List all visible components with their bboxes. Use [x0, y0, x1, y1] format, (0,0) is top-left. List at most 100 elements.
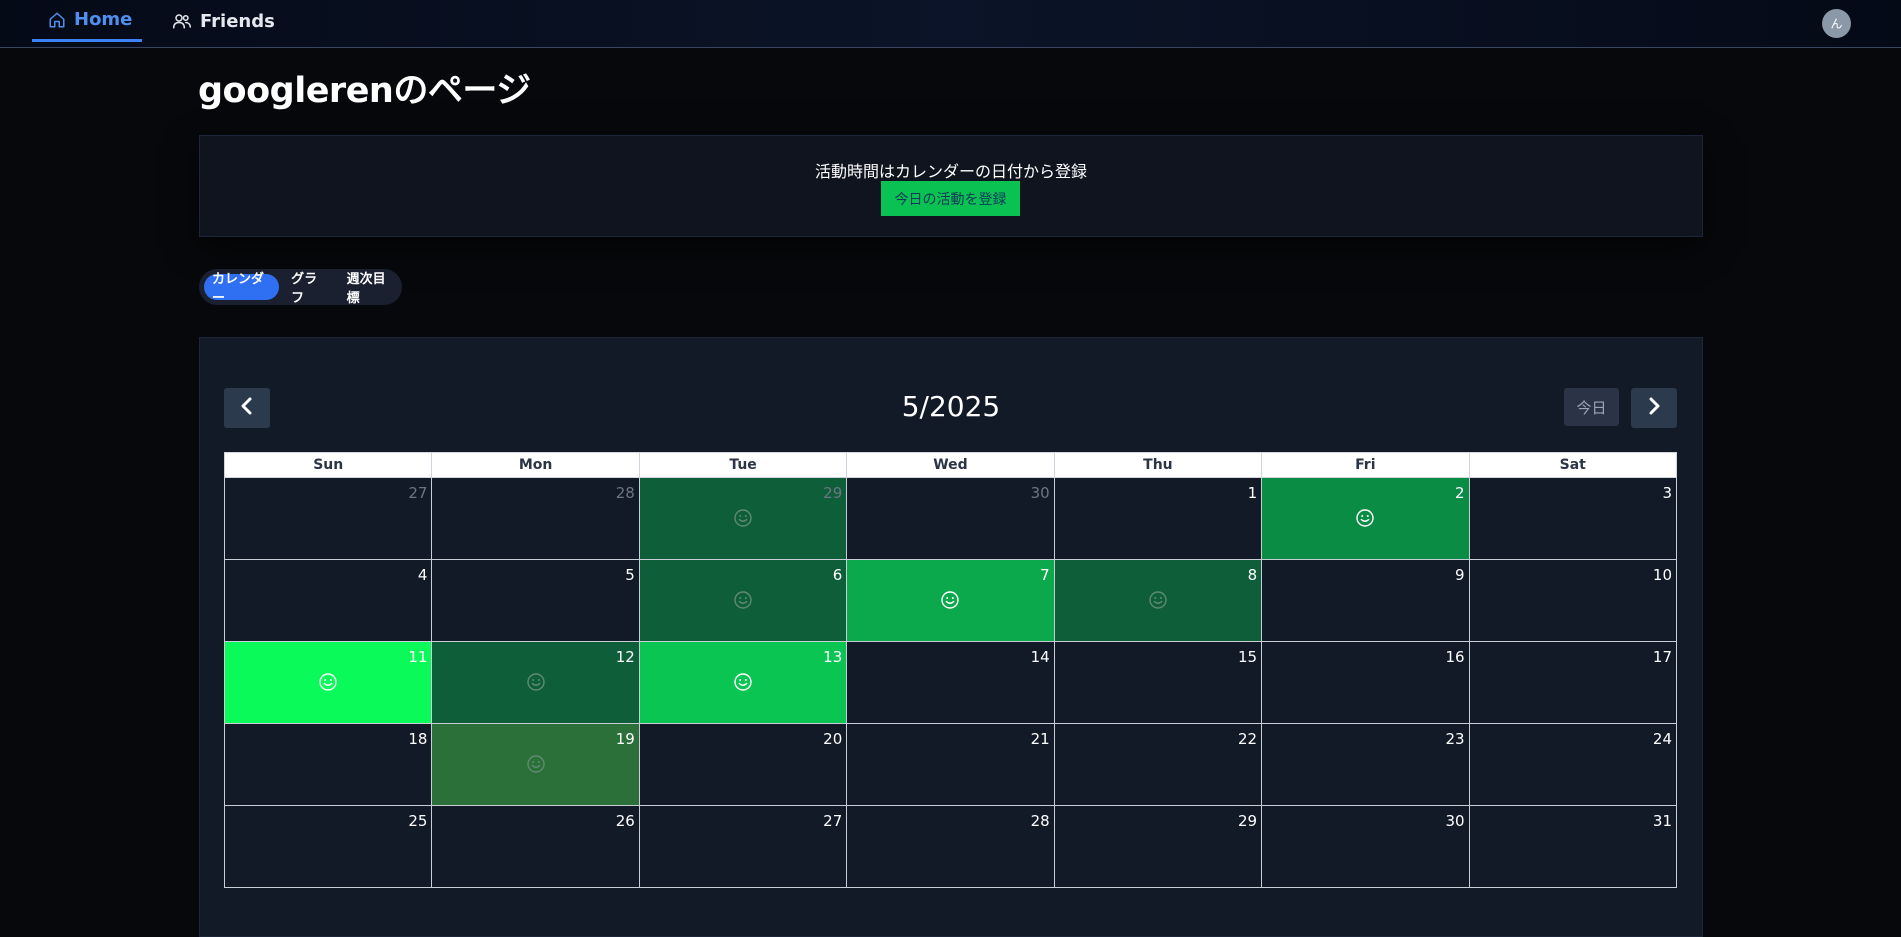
weekday-header: Thu: [1053, 452, 1263, 478]
day-number: 18: [408, 730, 428, 748]
calendar-day-cell[interactable]: 22: [1053, 723, 1263, 806]
tab-weekly-goal[interactable]: 週次目標: [339, 272, 402, 306]
register-panel: 活動時間はカレンダーの日付から登録 今日の活動を登録: [199, 135, 1703, 237]
home-icon: [48, 11, 66, 29]
top-nav: Home Friends ん: [0, 0, 1901, 48]
weekday-header: Mon: [431, 452, 640, 478]
calendar-day-cell[interactable]: 21: [846, 723, 1055, 806]
smiley-icon: [733, 508, 753, 528]
nav-friends-label: Friends: [200, 10, 275, 32]
calendar-day-cell[interactable]: 20: [638, 723, 848, 806]
tab-graph[interactable]: グラフ: [283, 272, 335, 306]
calendar-day-cell[interactable]: 28: [846, 805, 1055, 888]
day-number: 4: [417, 566, 428, 584]
calendar-day-cell[interactable]: 8: [1053, 559, 1263, 642]
calendar-day-cell[interactable]: 31: [1468, 805, 1678, 888]
calendar-day-cell[interactable]: 10: [1468, 559, 1678, 642]
calendar-day-cell[interactable]: 13: [638, 641, 848, 724]
day-number: 5: [625, 566, 635, 584]
smiley-icon: [1355, 508, 1375, 528]
day-number: 28: [1030, 812, 1050, 830]
calendar-day-cell[interactable]: 7: [846, 559, 1055, 642]
day-number: 25: [408, 812, 428, 830]
day-number: 20: [823, 730, 843, 748]
view-tabs: カレンダー グラフ 週次目標: [199, 269, 402, 306]
day-number: 29: [1238, 812, 1258, 830]
calendar-day-cell[interactable]: 23: [1261, 723, 1470, 806]
user-avatar[interactable]: ん: [1822, 9, 1851, 38]
day-number: 31: [1652, 812, 1672, 830]
page-title: googlerenのページ: [198, 71, 531, 111]
day-number: 13: [823, 648, 843, 666]
calendar-day-cell[interactable]: 24: [1468, 723, 1678, 806]
calendar-day-cell[interactable]: 30: [846, 477, 1055, 560]
smiley-icon: [1148, 590, 1168, 610]
calendar-day-cell[interactable]: 1: [1053, 477, 1263, 560]
calendar-day-cell[interactable]: 9: [1261, 559, 1470, 642]
weekday-header: Sat: [1468, 452, 1678, 478]
calendar-day-cell[interactable]: 11: [223, 641, 433, 724]
smiley-icon: [526, 672, 546, 692]
calendar-day-cell[interactable]: 27: [638, 805, 848, 888]
smiley-icon: [526, 754, 546, 774]
calendar-day-cell[interactable]: 28: [431, 477, 640, 560]
nav-tab-home[interactable]: Home: [32, 0, 142, 42]
day-number: 27: [408, 484, 428, 502]
nav-home-label: Home: [74, 9, 133, 30]
weekday-header: Fri: [1261, 452, 1470, 478]
register-hint: 活動時間はカレンダーの日付から登録: [814, 162, 1087, 181]
nav-tab-friends[interactable]: Friends: [172, 0, 275, 42]
avatar-initial: ん: [1830, 17, 1843, 31]
day-number: 9: [1454, 566, 1465, 584]
day-number: 3: [1662, 484, 1672, 502]
calendar-day-cell[interactable]: 6: [638, 559, 848, 642]
weekday-header-row: Sun Mon Tue Wed Thu Fri Sat: [223, 452, 1678, 478]
day-number: 29: [823, 484, 843, 502]
day-number: 2: [1454, 484, 1465, 502]
calendar-day-cell[interactable]: 25: [223, 805, 433, 888]
tab-calendar[interactable]: カレンダー: [204, 272, 280, 306]
smiley-icon: [733, 590, 753, 610]
day-number: 27: [823, 812, 843, 830]
day-number: 28: [615, 484, 635, 502]
calendar-day-cell[interactable]: 12: [431, 641, 640, 724]
today-button[interactable]: 今日: [1564, 388, 1619, 426]
calendar-day-cell[interactable]: 5: [431, 559, 640, 642]
day-number: 16: [1445, 648, 1465, 666]
next-month-button[interactable]: [1631, 388, 1677, 428]
calendar-day-cell[interactable]: 17: [1468, 641, 1678, 724]
register-today-button[interactable]: 今日の活動を登録: [881, 181, 1020, 216]
calendar-panel: 5/2025 今日 Sun Mon Tue Wed Thu Fri Sat 27…: [199, 337, 1703, 937]
day-number: 6: [832, 566, 843, 584]
weekday-header: Tue: [638, 452, 848, 478]
calendar-day-cell[interactable]: 19: [431, 723, 640, 806]
calendar-day-cell[interactable]: 18: [223, 723, 433, 806]
calendar-day-cell[interactable]: 14: [846, 641, 1055, 724]
calendar-day-cell[interactable]: 3: [1468, 477, 1678, 560]
day-number: 22: [1238, 730, 1258, 748]
day-number: 17: [1652, 648, 1672, 666]
calendar-day-cell[interactable]: 30: [1261, 805, 1470, 888]
calendar-day-cell[interactable]: 15: [1053, 641, 1263, 724]
calendar-week-row: 18 19 20 21 22 23 24: [223, 723, 1678, 806]
calendar-week-row: 25 26 27 28 29 30 31: [223, 805, 1678, 888]
calendar-day-cell[interactable]: 29: [1053, 805, 1263, 888]
calendar-day-cell[interactable]: 16: [1261, 641, 1470, 724]
day-number: 10: [1652, 566, 1672, 584]
calendar-day-cell[interactable]: 29: [638, 477, 848, 560]
weekday-header: Wed: [846, 452, 1055, 478]
chevron-right-icon: [1647, 397, 1661, 419]
smiley-icon: [318, 672, 338, 692]
day-number: 26: [615, 812, 635, 830]
day-number: 30: [1445, 812, 1465, 830]
calendar-week-row: 4 5 6 7 8 9 10: [223, 559, 1678, 642]
day-number: 1: [1247, 484, 1258, 502]
calendar-day-cell[interactable]: 27: [223, 477, 433, 560]
calendar-day-cell[interactable]: 26: [431, 805, 640, 888]
smiley-icon: [733, 672, 753, 692]
calendar-day-cell[interactable]: 4: [223, 559, 433, 642]
calendar-grid: Sun Mon Tue Wed Thu Fri Sat 27 28 29 30 1 2 3 4…: [223, 452, 1678, 888]
day-number: 14: [1030, 648, 1050, 666]
calendar-month-title: 5/2025: [901, 390, 1001, 423]
calendar-day-cell[interactable]: 2: [1261, 477, 1470, 560]
